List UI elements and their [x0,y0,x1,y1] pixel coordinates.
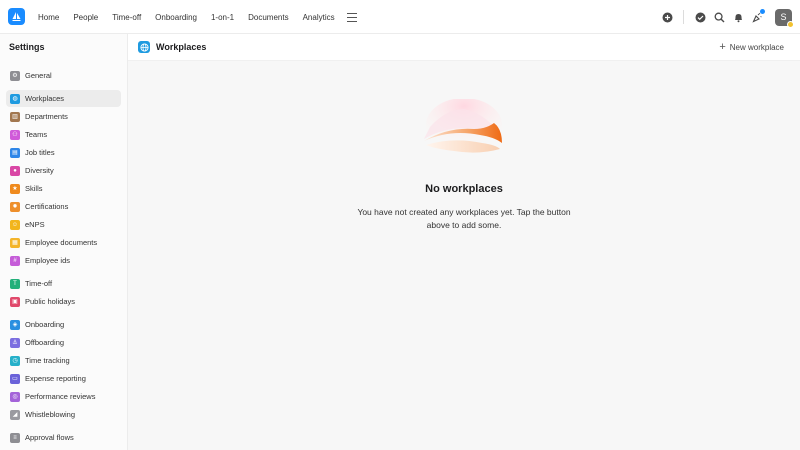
sidebar-item-employee-documents[interactable]: ▦ Employee documents [6,234,121,251]
sidebar-item-label: Teams [25,130,48,139]
sidebar-title: Settings [9,42,45,52]
sidebar-item-employee-ids[interactable]: # Employee ids [6,252,121,269]
empty-state-illustration [424,99,502,153]
document-icon: ▦ [10,237,20,248]
nav-analytics[interactable]: Analytics [296,9,342,26]
sidebar-item-label: Skills [25,184,43,193]
sidebar-item-approval-flows[interactable]: ≡ Approval flows [6,429,121,446]
gear-icon: ⚙ [10,70,20,81]
sidebar-item-label: Diversity [25,166,54,175]
review-icon: ◎ [10,391,20,402]
sidebar-item-expense-reporting[interactable]: ▭ Expense reporting [6,370,121,387]
announcements-icon[interactable] [750,9,765,24]
sidebar-item-label: Public holidays [25,297,76,306]
sidebar-item-label: Onboarding [25,320,65,329]
topbar-actions: S [655,0,794,34]
megaphone-icon: ◢ [10,409,20,420]
sidebar-item-workplaces[interactable]: ◍ Workplaces [6,90,121,107]
sidebar-item-label: Performance reviews [25,392,96,401]
sailboat-icon [12,12,21,21]
receipt-icon: ▭ [10,373,20,384]
sidebar-item-time-tracking[interactable]: ◷ Time tracking [6,352,121,369]
hash-icon: # [10,255,20,266]
sidebar-item-diversity[interactable]: ● Diversity [6,162,121,179]
app-logo[interactable] [8,8,25,25]
nav-documents[interactable]: Documents [241,9,295,26]
top-navigation-bar: Home People Time-off Onboarding 1-on-1 D… [0,0,800,34]
sidebar-item-performance-reviews[interactable]: ◎ Performance reviews [6,388,121,405]
sidebar-item-teams[interactable]: ⚇ Teams [6,126,121,143]
notification-dot [760,9,765,14]
star-icon: ★ [10,183,20,194]
sidebar-item-label: Expense reporting [25,374,86,383]
nav-onboarding[interactable]: Onboarding [148,9,204,26]
new-workplace-button[interactable]: + New workplace [719,41,784,54]
sidebar-item-label: Offboarding [25,338,65,347]
sidebar-item-label: eNPS [25,220,45,229]
person-icon: ● [10,165,20,176]
sidebar-item-general[interactable]: ⚙ General [6,67,121,84]
empty-state-title: No workplaces [425,183,503,195]
topbar-divider [683,10,684,24]
globe-icon [138,41,150,53]
sidebar-item-label: Workplaces [25,94,65,103]
sidebar-item-certifications[interactable]: ✹ Certifications [6,198,121,215]
id-card-icon: ▤ [10,147,20,158]
page-title: Workplaces [156,42,207,52]
sidebar-item-label: Job titles [25,148,55,157]
sidebar-item-label: Certifications [25,202,69,211]
sidebar-item-label: Approval flows [25,433,74,442]
sidebar-item-skills[interactable]: ★ Skills [6,180,121,197]
empty-state-area: No workplaces You have not created any w… [128,61,800,450]
globe-icon: ◍ [10,93,20,104]
nav-home[interactable]: Home [31,9,66,26]
avatar-initial: S [780,12,787,22]
avatar[interactable]: S [775,8,794,28]
sidebar-item-label: Whistleblowing [25,410,76,419]
main-panel: Workplaces + New workplace No workplaces… [128,34,800,450]
more-menu-icon[interactable] [346,12,357,22]
flow-icon: ≡ [10,432,20,443]
plus-icon: + [719,41,726,53]
smiley-icon: ☺ [10,219,20,230]
sidebar-item-label: Departments [25,112,68,121]
page-header: Workplaces + New workplace [128,34,800,61]
nav-one-on-one[interactable]: 1-on-1 [204,9,241,26]
onboarding-icon: ◈ [10,319,20,330]
avatar-badge [787,20,794,28]
nav-people[interactable]: People [66,9,105,26]
sidebar-item-label: Employee ids [25,256,71,265]
sidebar-item-public-holidays[interactable]: ▣ Public holidays [6,293,121,310]
calendar-icon: ▣ [10,296,20,307]
bell-icon[interactable] [731,10,745,24]
palm-tree-icon: T [10,278,20,289]
sidebar-item-onboarding[interactable]: ◈ Onboarding [6,316,121,333]
settings-sidebar: Settings ⚙ General ◍ Workplaces ▥ Departments… [0,34,128,450]
anchor-icon: ⚓ [10,337,20,348]
nav-time-off[interactable]: Time-off [105,9,148,26]
sidebar-item-offboarding[interactable]: ⚓ Offboarding [6,334,121,351]
sidebar-item-job-titles[interactable]: ▤ Job titles [6,144,121,161]
search-icon[interactable] [712,10,726,24]
certificate-icon: ✹ [10,201,20,212]
new-workplace-label: New workplace [729,43,784,52]
check-circle-icon[interactable] [693,10,707,24]
sidebar-item-label: Time tracking [25,356,70,365]
sidebar-item-label: Time-off [25,279,53,288]
team-icon: ⚇ [10,129,20,140]
sidebar-item-time-off[interactable]: T Time-off [6,275,121,292]
sidebar-item-enps[interactable]: ☺ eNPS [6,216,121,233]
sidebar-item-label: Employee documents [25,238,98,247]
sidebar-item-departments[interactable]: ▥ Departments [6,108,121,125]
sidebar-item-whistleblowing[interactable]: ◢ Whistleblowing [6,406,121,423]
main-nav: Home People Time-off Onboarding 1-on-1 D… [31,0,357,34]
building-icon: ▥ [10,111,20,122]
empty-state-description: You have not created any workplaces yet.… [357,207,571,230]
clock-icon: ◷ [10,355,20,366]
sidebar-item-label: General [25,71,52,80]
add-circle-icon[interactable] [660,10,674,24]
